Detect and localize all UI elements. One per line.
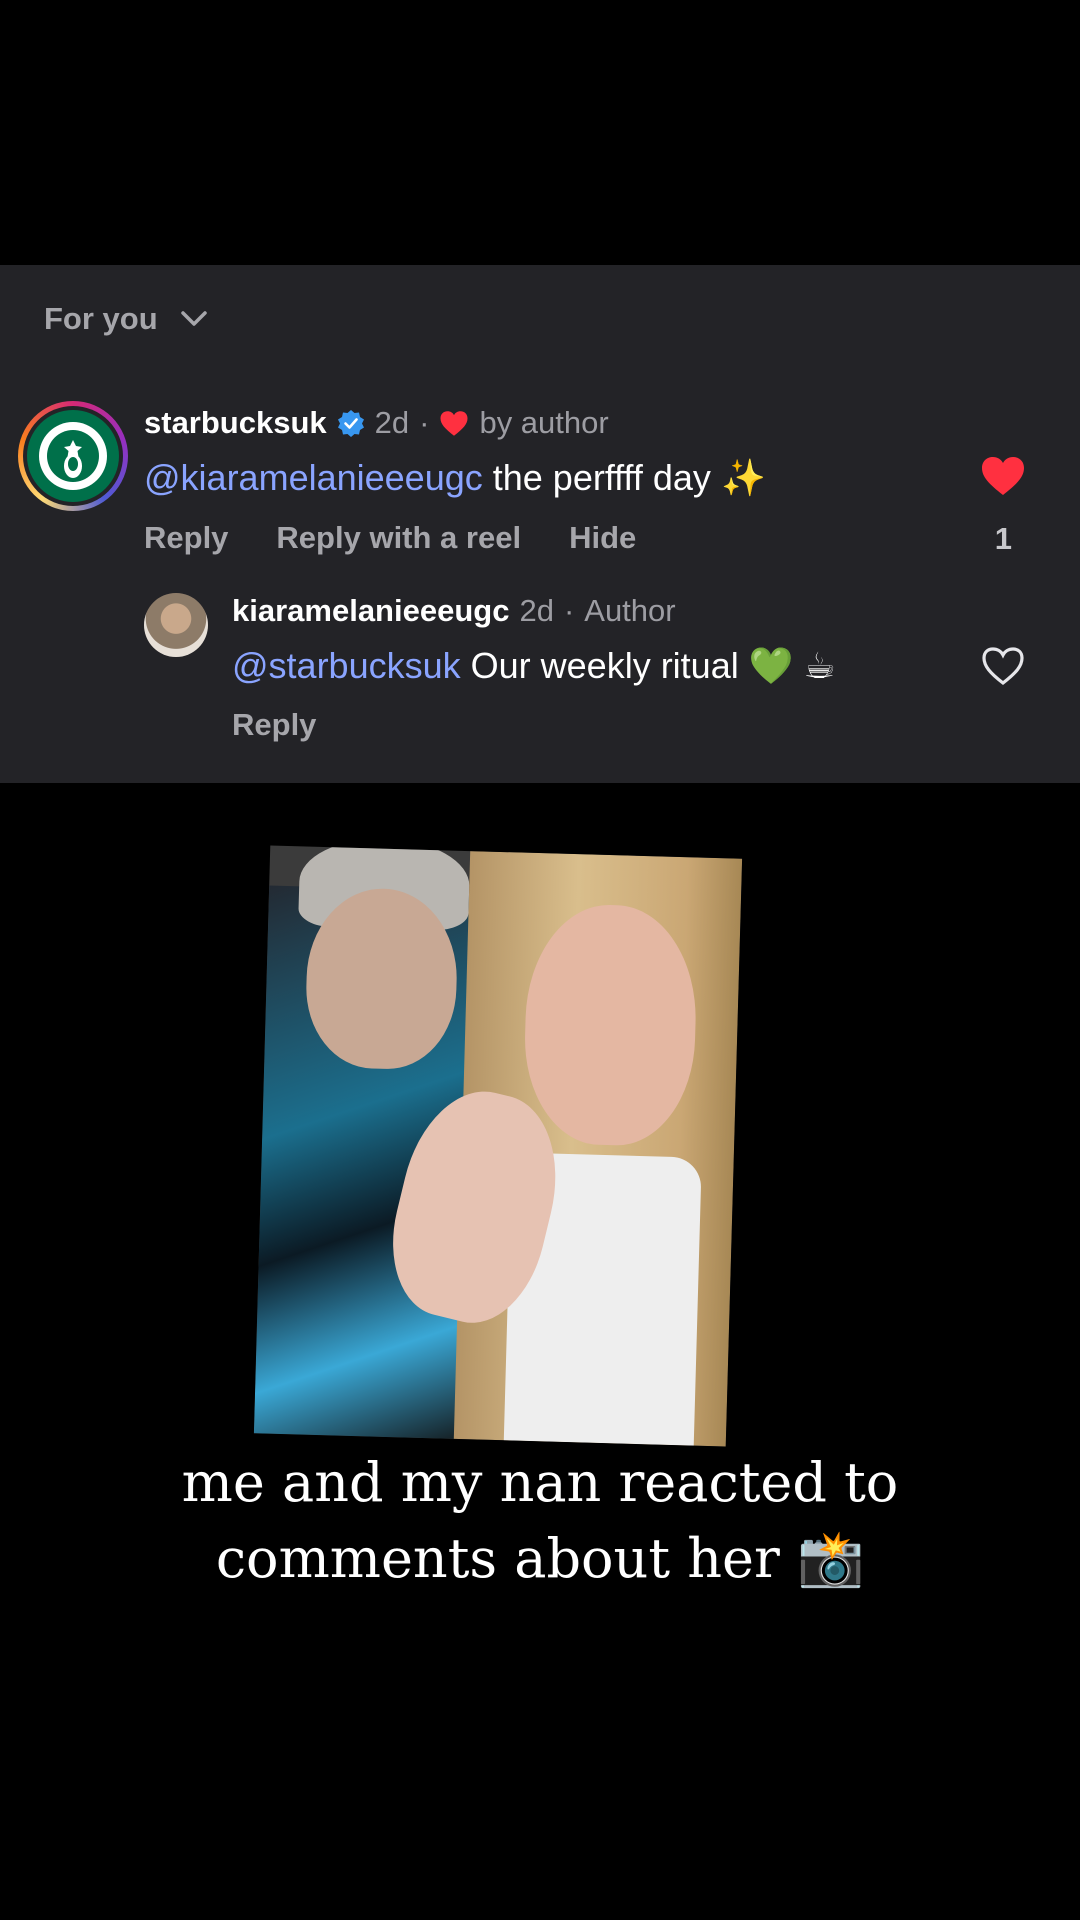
comment-text: @kiaramelanieeeugc the perffff day ✨ <box>144 457 766 499</box>
reply-text: @starbucksuk Our weekly ritual 💚 ☕ <box>232 645 836 687</box>
comment-actions: Reply Reply with a reel Hide <box>144 520 636 556</box>
comment-like-heart-icon[interactable] <box>980 455 1026 497</box>
reply-mention-link[interactable]: @starbucksuk <box>232 645 461 686</box>
girl-face <box>522 902 699 1148</box>
like-count: 1 <box>994 521 1012 556</box>
reply-emoji: 💚 ☕ <box>748 645 836 686</box>
reply-username[interactable]: kiaramelanieeeugc <box>232 593 509 629</box>
comment-panel: For you starbucksuk 2d · by author @kiar… <box>0 265 1080 783</box>
author-liked-heart-icon <box>440 410 468 436</box>
camera-flash-emoji: 📸 <box>796 1527 865 1590</box>
separator-dot: · <box>563 593 575 628</box>
sparkles-emoji: ✨ <box>720 457 766 498</box>
comment-body-text: the perffff day <box>492 457 711 498</box>
reply-reply-button[interactable]: Reply <box>232 707 316 743</box>
caption-line-1: me and my nan reacted to <box>181 1451 899 1514</box>
sort-dropdown[interactable]: For you <box>44 301 208 337</box>
reply-with-reel-button[interactable]: Reply with a reel <box>276 520 521 556</box>
comment-mention-link[interactable]: @kiaramelanieeeugc <box>144 457 483 498</box>
starbucks-logo-icon <box>27 410 119 502</box>
kiaramelanieeeugc-avatar[interactable] <box>144 593 208 657</box>
author-label: Author <box>584 593 676 628</box>
reply-age: 2d <box>519 593 554 628</box>
video-cutout-image <box>253 845 743 1447</box>
starbucksuk-avatar[interactable] <box>18 401 128 511</box>
caption-line-2: comments about her 📸 <box>0 1521 1080 1597</box>
sort-label: For you <box>44 301 158 336</box>
comment-username[interactable]: starbucksuk <box>144 405 327 441</box>
comment-header: starbucksuk 2d · by author <box>144 405 609 441</box>
liked-by-author-label: by author <box>479 405 609 440</box>
reply-button[interactable]: Reply <box>144 520 228 556</box>
caption-line-2-text: comments about her <box>215 1527 780 1590</box>
video-caption: me and my nan reacted to comments about … <box>0 1445 1080 1597</box>
chevron-down-icon <box>180 311 207 326</box>
comment-age: 2d <box>374 405 410 440</box>
hide-button[interactable]: Hide <box>569 520 636 556</box>
reply-body-text: Our weekly ritual <box>470 645 739 686</box>
verified-badge-icon <box>337 410 364 437</box>
separator-dot: · <box>419 405 430 440</box>
reply-like-heart-icon[interactable] <box>980 645 1026 687</box>
reply-header: kiaramelanieeeugc 2d · Author <box>232 593 676 629</box>
